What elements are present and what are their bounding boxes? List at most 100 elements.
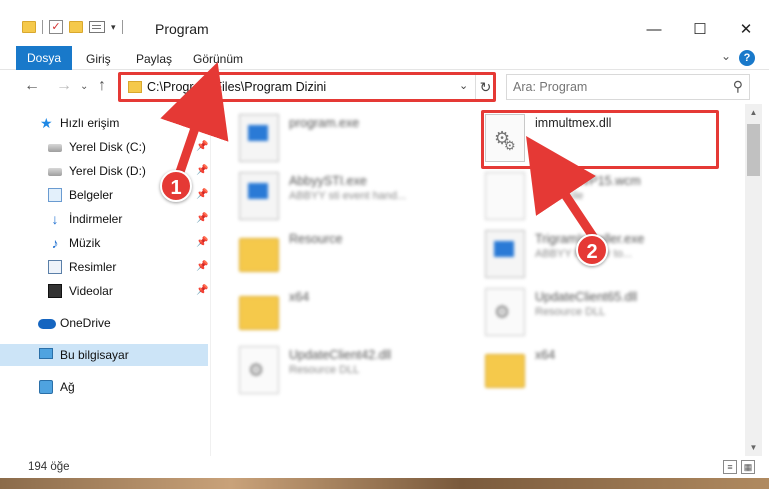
- file-name: x64: [289, 290, 310, 304]
- sidebar-item-local-disk-c[interactable]: Yerel Disk (C:) 📌: [0, 136, 208, 158]
- sidebar-item-label: Belgeler: [69, 188, 114, 202]
- tab-view[interactable]: Görünüm: [193, 48, 243, 70]
- refresh-icon[interactable]: ↻: [475, 75, 495, 99]
- address-dropdown-chevron-icon[interactable]: ⌄: [459, 79, 468, 92]
- address-path[interactable]: C:\Program Files\Program Dizini: [147, 80, 326, 94]
- large-icons-view-icon[interactable]: ▦: [741, 460, 755, 474]
- folder-icon[interactable]: [22, 21, 36, 33]
- pin-icon[interactable]: 📌: [196, 280, 208, 302]
- new-folder-icon[interactable]: [69, 21, 83, 33]
- sidebar-item-label: Videolar: [69, 284, 113, 298]
- toolbar-divider: [121, 20, 123, 34]
- properties-check-icon[interactable]: ✓: [49, 20, 63, 34]
- file-description: WCM File: [535, 190, 584, 202]
- scrollbar-thumb[interactable]: [747, 124, 760, 176]
- exe-icon: [239, 114, 279, 162]
- file-name: immultmex.dll: [535, 116, 612, 130]
- pictures-icon: [48, 260, 62, 274]
- folder-icon: [128, 81, 142, 93]
- file-item[interactable]: ⚙ UpdateClient42.dll Resource DLL: [239, 342, 484, 398]
- window-controls: — ☐ ✕: [631, 14, 769, 44]
- sidebar-item-label: Resimler: [69, 260, 117, 274]
- file-name: program.exe: [289, 116, 360, 130]
- sidebar-item-videos[interactable]: Videolar 📌: [0, 280, 208, 302]
- scroll-up-arrow-icon[interactable]: ▲: [745, 104, 762, 121]
- file-item[interactable]: program.exe: [239, 110, 484, 166]
- file-item[interactable]: AbbyySTI.exe ABBYY sti event hand...: [239, 168, 484, 224]
- pin-icon[interactable]: 📌: [196, 208, 208, 230]
- folder-icon: [239, 296, 279, 330]
- gear-icon: ⚙: [504, 138, 516, 153]
- sidebar-item-label: Yerel Disk (C:): [69, 140, 146, 154]
- status-bar: 194 öğe ≡ ▦: [0, 456, 769, 478]
- file-description: Resource DLL: [289, 364, 360, 376]
- drive-icon: [48, 144, 62, 152]
- pin-icon[interactable]: 📌: [196, 232, 208, 254]
- star-icon: ★: [40, 115, 53, 131]
- tab-home[interactable]: Giriş: [86, 48, 111, 70]
- file-item-immultmex-dll[interactable]: ⚙ ⚙ immultmex.dll: [485, 110, 730, 166]
- tab-share[interactable]: Paylaş: [136, 48, 172, 70]
- cloud-icon: [38, 319, 56, 329]
- forward-arrow-icon[interactable]: →: [56, 77, 72, 95]
- dll-icon: ⚙ ⚙: [485, 114, 525, 162]
- sidebar-item-music[interactable]: ♪ Müzik 📌: [0, 232, 209, 254]
- file-item[interactable]: x64: [485, 342, 730, 398]
- file-item[interactable]: Resource: [239, 226, 484, 282]
- gear-icon: ⚙: [494, 302, 511, 322]
- search-input[interactable]: [513, 79, 713, 95]
- pin-icon[interactable]: 📌: [196, 136, 208, 158]
- sidebar-item-this-pc[interactable]: Bu bilgisayar: [0, 344, 208, 366]
- file-item[interactable]: TrigramWP15.wcm WCM File: [485, 168, 730, 224]
- sidebar-item-label: Ağ: [60, 380, 75, 394]
- pin-icon[interactable]: 📌: [196, 160, 208, 182]
- file-item[interactable]: ⚙ UpdateClient65.dll Resource DLL: [485, 284, 730, 340]
- network-icon: [39, 380, 53, 394]
- file-name: UpdateClient42.dll: [289, 348, 392, 362]
- address-bar[interactable]: C:\Program Files\Program Dizini ⌄ ↻: [120, 74, 494, 100]
- expand-ribbon-chevron-icon[interactable]: ⌄: [721, 49, 731, 63]
- gear-icon: ⚙: [248, 360, 265, 380]
- file-item[interactable]: x64: [239, 284, 484, 340]
- navigation-pane: ★ Hızlı erişim Yerel Disk (C:) 📌 Yerel D…: [0, 108, 210, 456]
- scroll-down-arrow-icon[interactable]: ▼: [745, 439, 762, 456]
- minimize-button[interactable]: —: [631, 14, 677, 44]
- view-switcher: ≡ ▦: [723, 460, 755, 474]
- file-name: UpdateClient65.dll: [535, 290, 638, 304]
- sidebar-item-downloads[interactable]: ↓ İndirmeler 📌: [0, 208, 209, 230]
- blank-file-icon: [485, 172, 525, 220]
- sidebar-item-label: Yerel Disk (D:): [69, 164, 146, 178]
- sidebar-item-network[interactable]: Ağ: [0, 376, 208, 398]
- pin-icon[interactable]: 📌: [196, 256, 208, 278]
- computer-icon: [39, 348, 53, 359]
- step-2-badge: 2: [576, 234, 608, 266]
- file-item[interactable]: TrigramInstaller.exe ABBYY Reader to...: [485, 226, 730, 282]
- ribbon-tabs: Dosya Giriş Paylaş Görünüm ⌄ ?: [0, 44, 769, 70]
- search-box[interactable]: ⚲: [506, 74, 750, 100]
- help-icon[interactable]: ?: [739, 50, 755, 66]
- sidebar-item-pictures[interactable]: Resimler 📌: [0, 256, 208, 278]
- maximize-button[interactable]: ☐: [677, 14, 723, 44]
- file-name: Resource: [289, 232, 343, 246]
- details-view-icon[interactable]: ≡: [723, 460, 737, 474]
- sidebar-item-label: OneDrive: [60, 316, 111, 330]
- recent-locations-chevron-icon[interactable]: ⌄: [80, 81, 88, 92]
- customize-toolbar-chevron-icon[interactable]: ▾: [111, 22, 116, 33]
- properties-icon[interactable]: [89, 21, 105, 33]
- documents-icon: [48, 188, 62, 202]
- up-arrow-icon[interactable]: ↑: [98, 77, 106, 95]
- sidebar-item-label: Müzik: [69, 236, 101, 250]
- sidebar-item-onedrive[interactable]: OneDrive: [0, 312, 208, 334]
- exe-icon: [239, 172, 279, 220]
- sidebar-item-label: Bu bilgisayar: [60, 348, 129, 362]
- vertical-scrollbar[interactable]: ▲ ▼: [745, 104, 762, 456]
- folder-icon: [239, 238, 279, 272]
- file-description: ABBYY sti event hand...: [289, 190, 407, 202]
- tab-file[interactable]: Dosya: [16, 46, 72, 70]
- sidebar-item-quick-access[interactable]: ★ Hızlı erişim: [0, 112, 208, 134]
- navigation-bar: ← → ⌄ ↑ C:\Program Files\Program Dizini …: [0, 70, 769, 104]
- back-arrow-icon[interactable]: ←: [24, 77, 40, 95]
- videos-icon: [48, 284, 62, 298]
- close-button[interactable]: ✕: [723, 14, 769, 44]
- pin-icon[interactable]: 📌: [196, 184, 208, 206]
